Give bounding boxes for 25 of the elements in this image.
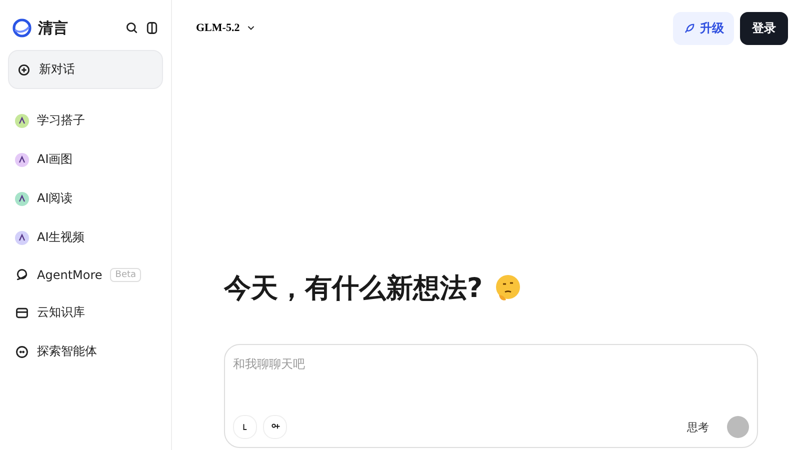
explore-icon: [15, 344, 29, 358]
mode-button[interactable]: 思考: [681, 418, 715, 436]
chat-input-field[interactable]: 和我聊聊天吧 思考: [224, 344, 758, 448]
upgrade-button[interactable]: 升级: [673, 12, 734, 44]
login-button[interactable]: 登录: [740, 12, 788, 44]
sidebar-item[interactable]: 学习搭子: [8, 101, 163, 140]
sidebar-item[interactable]: AI阅读: [8, 179, 163, 218]
sidebar-item[interactable]: AgentMore Beta: [8, 257, 163, 293]
sidebar-item[interactable]: 云知识库: [8, 293, 163, 332]
folder-icon: [15, 306, 29, 320]
new-chat-icon: [17, 62, 31, 76]
send-button[interactable]: [727, 416, 749, 438]
brand-name: 清言: [38, 18, 69, 38]
sidebar-item[interactable]: AI画图: [8, 140, 163, 179]
model-selector[interactable]: GLM-5.2: [190, 21, 262, 35]
logo-icon: [12, 18, 32, 38]
tools-button[interactable]: [263, 415, 287, 439]
search-icon: [125, 21, 139, 35]
attach-button[interactable]: [233, 415, 257, 439]
greeting: 今天，有什么新想法?: [224, 272, 483, 306]
sidebar-item[interactable]: AI生视频: [8, 218, 163, 257]
new-chat-button[interactable]: 新对话: [8, 50, 163, 89]
sidebar-toggle-icon: [145, 21, 159, 35]
sidebar-item[interactable]: 探索智能体: [8, 332, 163, 371]
beta-badge: Beta: [110, 268, 142, 282]
